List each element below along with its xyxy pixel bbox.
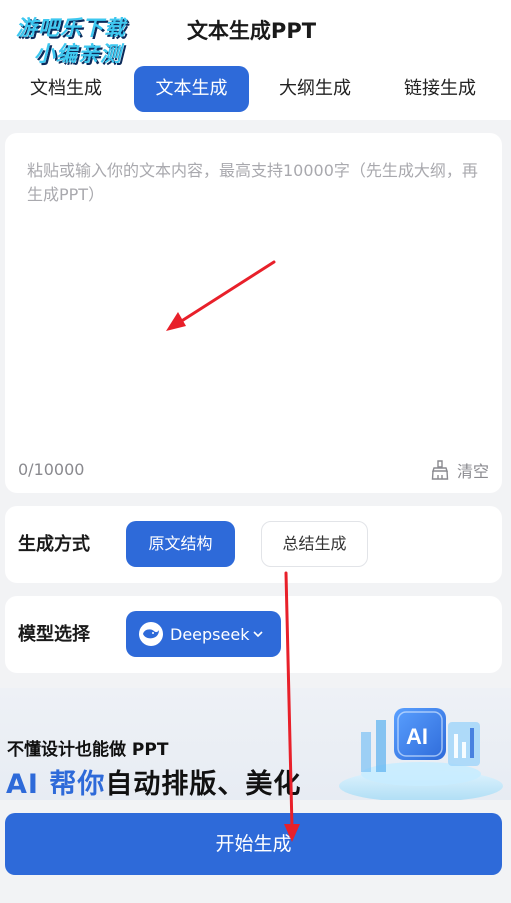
clear-button[interactable]: 清空 [431,459,489,481]
deepseek-whale-icon [139,622,163,646]
banner-headline-highlight: AI 帮你 [6,769,106,800]
model-selected-value: Deepseek [170,624,250,644]
chevron-down-icon [253,631,264,638]
banner-subtitle: 不懂设计也能做 PPT [7,740,169,760]
promo-banner[interactable]: 不懂设计也能做 PPT AI 帮你自动排版、美化 AI [0,688,511,800]
model-dropdown[interactable]: Deepseek [126,611,281,657]
generation-method-row: 生成方式 原文结构 总结生成 [5,506,502,583]
generation-method-label: 生成方式 [18,534,90,555]
option-original-structure[interactable]: 原文结构 [126,521,235,567]
tab-outline[interactable]: 大纲生成 [263,66,367,112]
broom-icon [431,460,449,480]
model-select-label: 模型选择 [18,624,90,645]
char-counter: 0/10000 [18,460,85,479]
banner-headline-rest: 自动排版、美化 [105,769,302,800]
svg-text:AI: AI [406,724,428,749]
clear-label: 清空 [456,462,489,481]
header: 游吧乐下载 小编亲测 文本生成PPT 文档生成 文本生成 大纲生成 链接生成 [0,0,511,120]
page-title-text: 文本生成PPT [186,19,317,43]
ai-illustration: AI [339,708,503,800]
tab-document[interactable]: 文档生成 [14,66,118,112]
text-input-placeholder: 粘贴或输入你的文本内容，最高支持10000字（先生成大纲，再生成PPT） [27,161,478,204]
banner-headline: AI 帮你自动排版、美化 [6,762,301,800]
page-title: 文本生成PPT [0,15,511,45]
tab-text[interactable]: 文本生成 [134,66,249,112]
start-generate-button[interactable]: 开始生成 [5,813,502,875]
text-input-area[interactable]: 粘贴或输入你的文本内容，最高支持10000字（先生成大纲，再生成PPT） 0/1… [5,133,502,493]
option-summary-generate[interactable]: 总结生成 [261,521,368,567]
tab-bar: 文档生成 文本生成 大纲生成 链接生成 [0,66,511,112]
tab-link[interactable]: 链接生成 [388,66,492,112]
model-select-row: 模型选择 Deepseek [5,596,502,673]
